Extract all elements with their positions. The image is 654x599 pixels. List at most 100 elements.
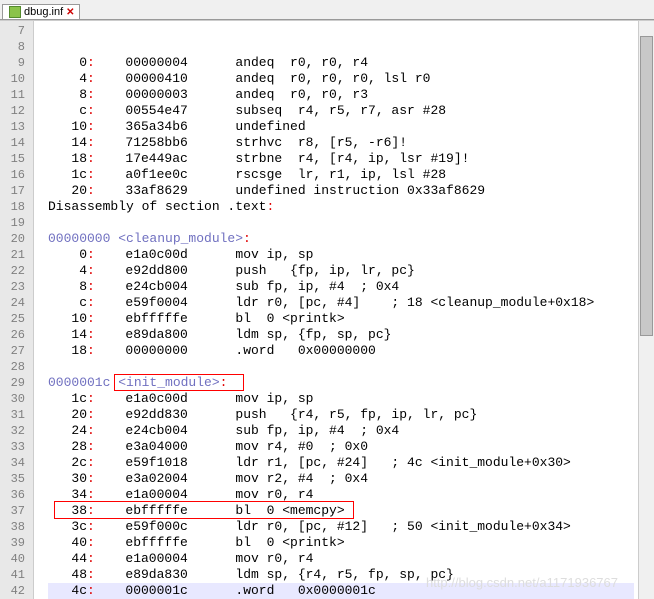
- code-line[interactable]: 0: e1a0c00dmov ip, sp: [48, 247, 634, 263]
- code-line[interactable]: [48, 215, 634, 231]
- code-line[interactable]: 14: 71258bb6strhvc r8, [r5, -r6]!: [48, 135, 634, 151]
- line-number: 23: [4, 279, 25, 295]
- code-line[interactable]: 4c: 0000001c.word 0x0000001c: [48, 583, 634, 599]
- hex-bytes: 00000004: [125, 55, 235, 71]
- code-line[interactable]: 18: 00000000.word 0x00000000: [48, 343, 634, 359]
- line-number: 14: [4, 135, 25, 151]
- code-line[interactable]: 20: e92dd830push {r4, r5, fp, ip, lr, pc…: [48, 407, 634, 423]
- code-line[interactable]: 3c: e59f000cldr r0, [pc, #12] ; 50 <init…: [48, 519, 634, 535]
- instruction: strbne r4, [r4, ip, lsr #19]!: [235, 151, 469, 167]
- file-icon: [9, 6, 21, 18]
- instruction: ldm sp, {fp, sp, pc}: [235, 327, 391, 343]
- line-number: 38: [4, 519, 25, 535]
- line-number: 29: [4, 375, 25, 391]
- code-line[interactable]: 4: 00000410andeq r0, r0, r0, lsl r0: [48, 71, 634, 87]
- code-line[interactable]: 14: e89da800ldm sp, {fp, sp, pc}: [48, 327, 634, 343]
- code-line[interactable]: [48, 359, 634, 375]
- address: 4:: [48, 263, 102, 279]
- hex-bytes: ebfffffe: [125, 311, 235, 327]
- instruction: mov r0, r4: [235, 487, 313, 503]
- line-number: 15: [4, 151, 25, 167]
- address: 8:: [48, 279, 102, 295]
- code-line[interactable]: 0: 00000004andeq r0, r0, r4: [48, 55, 634, 71]
- code-line[interactable]: 10: 365a34b6undefined: [48, 119, 634, 135]
- instruction: mov ip, sp: [235, 247, 313, 263]
- instruction: mov r4, #0 ; 0x0: [235, 439, 368, 455]
- code-line[interactable]: 40: ebfffffebl 0 <printk>: [48, 535, 634, 551]
- line-number: 22: [4, 263, 25, 279]
- address: 20:: [48, 407, 102, 423]
- address: 18:: [48, 343, 102, 359]
- line-number: 16: [4, 167, 25, 183]
- instruction: rscsge lr, r1, ip, lsl #28: [235, 167, 446, 183]
- line-number: 27: [4, 343, 25, 359]
- code-line[interactable]: 18: 17e449acstrbne r4, [r4, ip, lsr #19]…: [48, 151, 634, 167]
- code-line[interactable]: 34: e1a00004mov r0, r4: [48, 487, 634, 503]
- code-line[interactable]: 00000000 <cleanup_module>:: [48, 231, 634, 247]
- tab-bar: dbug.inf ✕: [0, 0, 654, 20]
- instruction: andeq r0, r0, r4: [235, 55, 368, 71]
- hex-bytes: e92dd800: [125, 263, 235, 279]
- code-line[interactable]: 10: ebfffffebl 0 <printk>: [48, 311, 634, 327]
- code-line[interactable]: 30: e3a02004mov r2, #4 ; 0x4: [48, 471, 634, 487]
- instruction: ldr r0, [pc, #12] ; 50 <init_module+0x34…: [235, 519, 570, 535]
- code-line[interactable]: 48: e89da830ldm sp, {r4, r5, fp, sp, pc}: [48, 567, 634, 583]
- code-line[interactable]: 44: e1a00004mov r0, r4: [48, 551, 634, 567]
- line-number: 8: [4, 39, 25, 55]
- hex-bytes: e92dd830: [125, 407, 235, 423]
- line-number: 40: [4, 551, 25, 567]
- close-icon[interactable]: ✕: [66, 7, 74, 18]
- instruction: sub fp, ip, #4 ; 0x4: [235, 423, 399, 439]
- code-line[interactable]: 1c: e1a0c00dmov ip, sp: [48, 391, 634, 407]
- code-line[interactable]: 0000001c <init_module>:: [48, 375, 634, 391]
- hex-bytes: e1a00004: [125, 487, 235, 503]
- instruction: strhvc r8, [r5, -r6]!: [235, 135, 407, 151]
- instruction: .word 0x00000000: [235, 343, 375, 359]
- address: c:: [48, 103, 102, 119]
- line-number: 28: [4, 359, 25, 375]
- code-line[interactable]: c: e59f0004ldr r0, [pc, #4] ; 18 <cleanu…: [48, 295, 634, 311]
- tab-label: dbug.inf: [24, 6, 63, 18]
- hex-bytes: a0f1ee0c: [125, 167, 235, 183]
- hex-bytes: 00000410: [125, 71, 235, 87]
- code-line[interactable]: c: 00554e47subseq r4, r5, r7, asr #28: [48, 103, 634, 119]
- code-area[interactable]: 0: 00000004andeq r0, r0, r4 4: 00000410a…: [34, 21, 638, 599]
- code-line[interactable]: 8: e24cb004sub fp, ip, #4 ; 0x4: [48, 279, 634, 295]
- code-line[interactable]: 4: e92dd800push {fp, ip, lr, pc}: [48, 263, 634, 279]
- line-number: 10: [4, 71, 25, 87]
- code-line[interactable]: 8: 00000003andeq r0, r0, r3: [48, 87, 634, 103]
- address: 1c:: [48, 391, 102, 407]
- instruction: bl 0 <printk>: [235, 535, 344, 551]
- editor: 7891011121314151617181920212223242526272…: [0, 20, 654, 599]
- code-line[interactable]: Disassembly of section .text:: [48, 199, 634, 215]
- code-line[interactable]: 1c: a0f1ee0crscsge lr, r1, ip, lsl #28: [48, 167, 634, 183]
- line-number: 13: [4, 119, 25, 135]
- address: 10:: [48, 311, 102, 327]
- line-number: 36: [4, 487, 25, 503]
- instruction: andeq r0, r0, r0, lsl r0: [235, 71, 430, 87]
- hex-bytes: 71258bb6: [125, 135, 235, 151]
- scrollbar-thumb[interactable]: [640, 36, 653, 336]
- line-number: 20: [4, 231, 25, 247]
- vertical-scrollbar[interactable]: [638, 21, 654, 599]
- hex-bytes: 365a34b6: [125, 119, 235, 135]
- instruction: push {fp, ip, lr, pc}: [235, 263, 414, 279]
- instruction: bl 0 <printk>: [235, 311, 344, 327]
- line-number: 9: [4, 55, 25, 71]
- address: 40:: [48, 535, 102, 551]
- hex-bytes: e59f0004: [125, 295, 235, 311]
- code-line[interactable]: 24: e24cb004sub fp, ip, #4 ; 0x4: [48, 423, 634, 439]
- line-number: 42: [4, 583, 25, 599]
- code-line[interactable]: 20: 33af8629undefined instruction 0x33af…: [48, 183, 634, 199]
- tab-file[interactable]: dbug.inf ✕: [2, 4, 80, 19]
- code-line[interactable]: 2c: e59f1018ldr r1, [pc, #24] ; 4c <init…: [48, 455, 634, 471]
- instruction: bl 0 <memcpy>: [235, 503, 344, 519]
- address: 20:: [48, 183, 102, 199]
- line-number: 35: [4, 471, 25, 487]
- address: 3c:: [48, 519, 102, 535]
- instruction: .word 0x0000001c: [235, 583, 375, 599]
- code-line[interactable]: 28: e3a04000mov r4, #0 ; 0x0: [48, 439, 634, 455]
- code-line[interactable]: 38: ebfffffebl 0 <memcpy>: [48, 503, 634, 519]
- hex-bytes: 0000001c: [125, 583, 235, 599]
- address: 14:: [48, 327, 102, 343]
